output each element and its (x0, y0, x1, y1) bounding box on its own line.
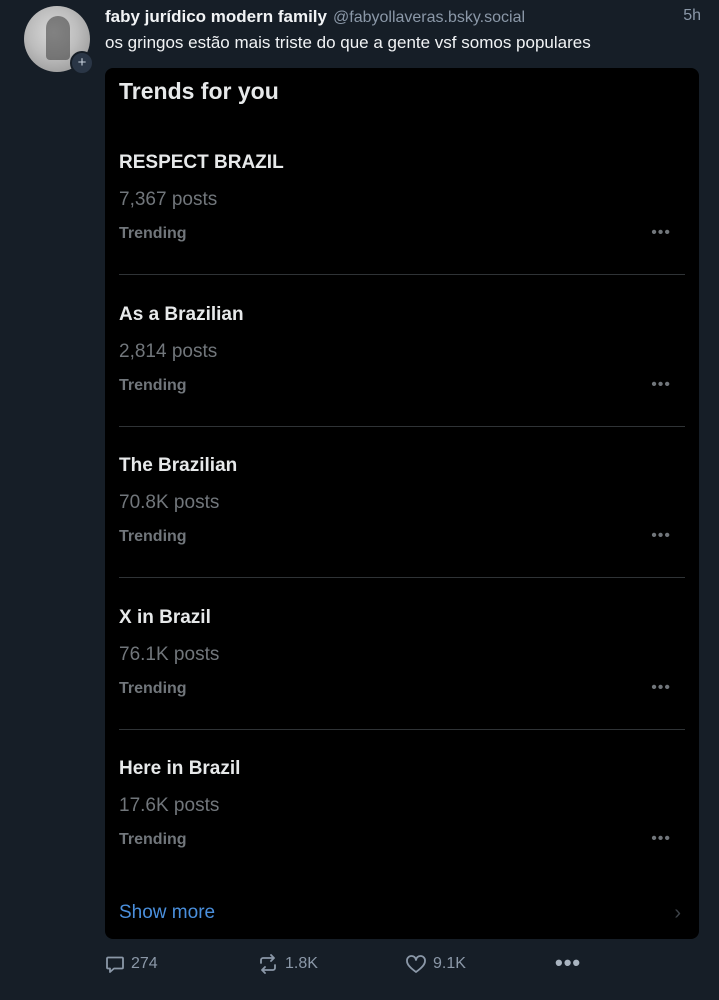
repost-icon (260, 954, 276, 974)
trend-post-count: 7,367 posts (119, 189, 218, 210)
divider (119, 577, 685, 578)
post-text: os gringos estão mais triste do que a ge… (105, 33, 591, 52)
trend-item: The Brazilian 70.8K posts Trending ••• (119, 455, 685, 606)
trend-label: Trending (119, 225, 187, 242)
trend-name: RESPECT BRAZIL (119, 152, 284, 173)
trend-name: The Brazilian (119, 455, 238, 476)
trend-item: X in Brazil 76.1K posts Trending ••• (119, 607, 685, 758)
reply-icon (106, 956, 124, 973)
trend-item: RESPECT BRAZIL 7,367 posts Trending ••• (119, 152, 685, 303)
trend-post-count: 17.6K posts (119, 795, 220, 816)
reply-button[interactable]: 274 (105, 954, 158, 974)
author-name[interactable]: faby jurídico modern family (105, 7, 327, 26)
more-options-icon: ••• (651, 830, 671, 847)
chevron-right-icon: › (674, 902, 681, 924)
more-options-button[interactable]: ••• (555, 950, 581, 976)
trend-post-count: 2,814 posts (119, 341, 218, 362)
embedded-image[interactable]: Trends for you RESPECT BRAZIL 7,367 post… (105, 68, 699, 939)
repost-count: 1.8K (285, 955, 318, 972)
heart-icon (406, 955, 426, 973)
trends-title: Trends for you (119, 78, 279, 104)
trend-name: X in Brazil (119, 607, 211, 628)
like-count: 9.1K (433, 955, 466, 972)
trend-label: Trending (119, 831, 187, 848)
more-options-icon: ••• (651, 679, 671, 696)
show-more-link: Show more (119, 902, 216, 923)
more-options-icon: ••• (651, 376, 671, 393)
trend-label: Trending (119, 377, 187, 394)
post-header: faby jurídico modern family @fabyollavera… (105, 7, 701, 29)
like-button[interactable]: 9.1K (405, 954, 466, 974)
divider (119, 426, 685, 427)
avatar-photo (46, 16, 70, 60)
follow-plus-icon[interactable]: + (70, 51, 94, 75)
trend-name: Here in Brazil (119, 758, 241, 779)
post-timestamp[interactable]: 5h (683, 7, 701, 25)
trend-item: Here in Brazil 17.6K posts Trending ••• (119, 758, 685, 909)
more-options-icon: ••• (651, 527, 671, 544)
trend-label: Trending (119, 680, 187, 697)
post-actions: 274 1.8K 9.1K ••• (105, 950, 701, 978)
repost-button[interactable]: 1.8K (257, 954, 318, 974)
divider (119, 729, 685, 730)
reply-count: 274 (131, 955, 158, 972)
divider (119, 274, 685, 275)
more-options-icon: ••• (651, 224, 671, 241)
trend-item: As a Brazilian 2,814 posts Trending ••• (119, 304, 685, 455)
author-handle[interactable]: @fabyollaveras.bsky.social (333, 9, 525, 26)
trend-label: Trending (119, 528, 187, 545)
trend-post-count: 70.8K posts (119, 492, 220, 513)
trend-post-count: 76.1K posts (119, 644, 220, 665)
trend-name: As a Brazilian (119, 304, 244, 325)
